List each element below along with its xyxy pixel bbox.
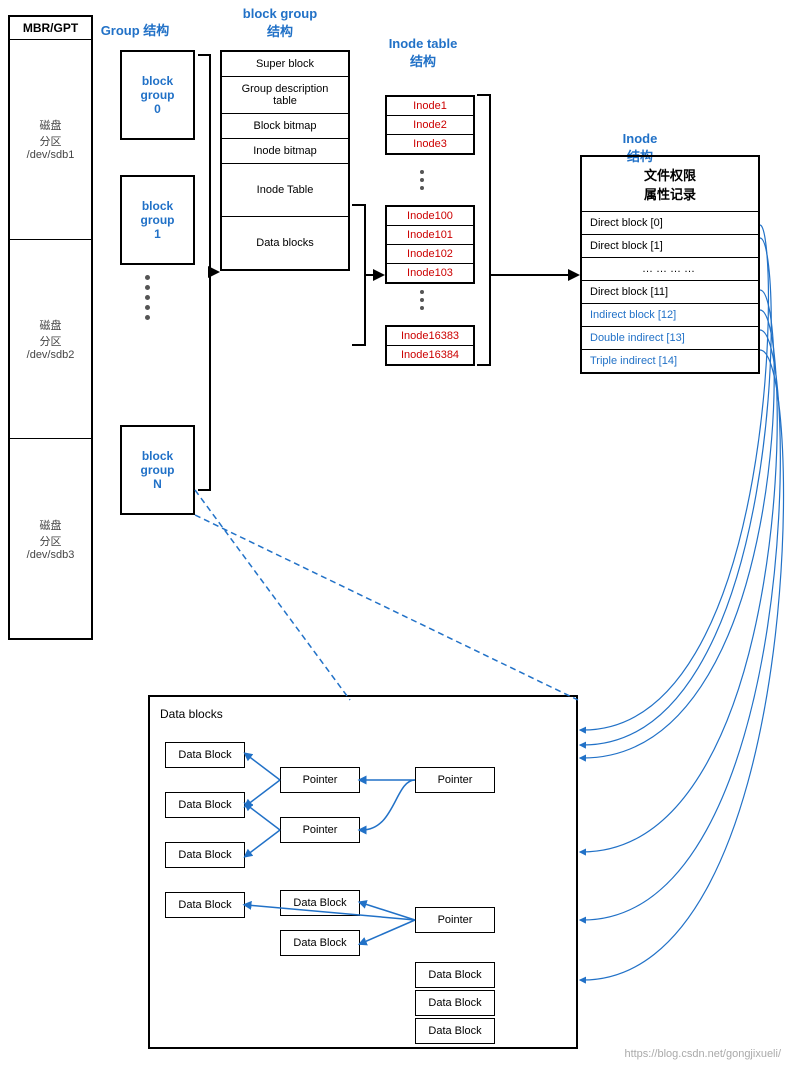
data-block-1: Data Block [165,742,245,768]
inode103: Inode103 [387,264,473,282]
watermark: https://blog.csdn.net/gongjixueli/ [624,1048,781,1060]
data-block-7: Data Block [415,962,495,988]
inode16384: Inode16384 [387,346,473,364]
direct-block-0: Direct block [0] [582,212,758,235]
inode-table-top: Inode1 Inode2 Inode3 [385,95,475,155]
inode-table-label: Inode table结构 [378,35,468,71]
block-group-dots [145,275,150,320]
data-blocks-title: Data blocks [160,707,566,721]
disk-partition-3: 磁盘 分区 /dev/sdb3 [10,439,91,638]
pointer-1: Pointer [280,767,360,793]
inode-dots-2 [420,290,424,310]
inode-struct-box: 文件权限属性记录 Direct block [0] Direct block [… [580,155,760,374]
data-block-4: Data Block [165,892,245,918]
inode-table-mid: Inode100 Inode101 Inode102 Inode103 [385,205,475,284]
disk-partition-2: 磁盘 分区 /dev/sdb2 [10,240,91,440]
inode102: Inode102 [387,245,473,264]
data-block-2: Data Block [165,792,245,818]
data-block-8: Data Block [415,990,495,1016]
pointer-4: Pointer [415,907,495,933]
inode-dots-1 [420,170,424,190]
bg-inode-table: Inode Table [222,164,348,217]
block-group-n: blockgroupN [120,425,195,515]
indirect-block-12: Indirect block [12] [582,304,758,327]
inode-table-bot: Inode16383 Inode16384 [385,325,475,366]
direct-block-1: Direct block [1] [582,235,758,258]
diagram: MBR/GPT 磁盘 分区 /dev/sdb1 磁盘 分区 /dev/sdb2 … [0,0,791,1070]
direct-block-11: Direct block [11] [582,281,758,304]
data-block-3: Data Block [165,842,245,868]
inode1: Inode1 [387,97,473,116]
data-block-9: Data Block [415,1018,495,1044]
triple-indirect-14: Triple indirect [14] [582,350,758,372]
pointer-2: Pointer [280,817,360,843]
bg-group-desc: Group descriptiontable [222,77,348,114]
mbr-label: MBR/GPT [10,17,91,40]
group-struct-label: Group 结构 [100,20,170,39]
inode3: Inode3 [387,135,473,153]
db-layout: Data Block Data Block Data Block Data Bl… [160,727,566,1037]
data-blocks-section: Data blocks Data Block Data Block Data B… [148,695,578,1049]
mbr-box: MBR/GPT 磁盘 分区 /dev/sdb1 磁盘 分区 /dev/sdb2 … [8,15,93,640]
bg-data-blocks: Data blocks [222,217,348,269]
data-block-5: Data Block [280,890,360,916]
internal-arrows [160,727,566,1037]
bg-detail-box: Super block Group descriptiontable Block… [220,50,350,271]
data-block-6: Data Block [280,930,360,956]
block-group-1: blockgroup1 [120,175,195,265]
block-group-0: blockgroup0 [120,50,195,140]
bg-inode-bitmap: Inode bitmap [222,139,348,164]
inode16383: Inode16383 [387,327,473,346]
bg-superblock: Super block [222,52,348,77]
disk-partition-1: 磁盘 分区 /dev/sdb1 [10,40,91,240]
double-indirect-13: Double indirect [13] [582,327,758,350]
bg-block-bitmap: Block bitmap [222,114,348,139]
direct-block-dots: ………… [582,258,758,281]
inode101: Inode101 [387,226,473,245]
pointer-3: Pointer [415,767,495,793]
inode2: Inode2 [387,116,473,135]
inode100: Inode100 [387,207,473,226]
inode-struct-header: 文件权限属性记录 [582,157,758,212]
bg-struct-label: block group结构 [215,5,345,41]
